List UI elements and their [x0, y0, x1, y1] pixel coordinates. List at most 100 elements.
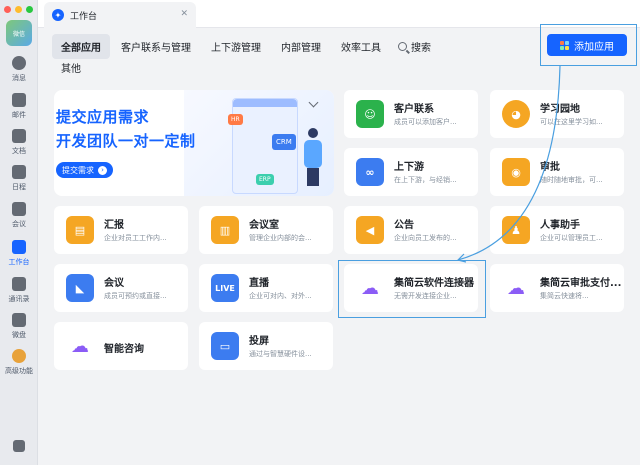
cloud-link-icon: ☁	[66, 332, 94, 360]
sidebar-item-docs[interactable]: 文档	[0, 129, 38, 156]
app-desc: 成员可以添加客户...	[394, 118, 457, 126]
app-desc: 通过与智慧硬件设...	[249, 350, 312, 358]
close-tab-icon[interactable]: ✕	[180, 9, 188, 19]
sidebar-item-label: 日程	[12, 183, 26, 191]
tab-all-apps[interactable]: 全部应用	[52, 34, 110, 59]
building-icon	[13, 440, 25, 452]
app-card-customer-contact[interactable]: ☺ 客户联系 成员可以添加客户...	[344, 90, 478, 138]
meeting-app-icon: ◣	[66, 274, 94, 302]
app-name: 学习园地	[540, 104, 580, 115]
tab-internal[interactable]: 内部管理	[272, 34, 330, 59]
screen-cast-icon: ▭	[211, 332, 239, 360]
app-card-meeting[interactable]: ◣ 会议 成员可预约或直接...	[54, 264, 188, 312]
tab-customer[interactable]: 客户联系与管理	[112, 34, 200, 59]
sidebar-item-calendar[interactable]: 日程	[0, 165, 38, 192]
erp-tag: ERP	[256, 174, 274, 185]
app-desc: 企业向员工发布的...	[394, 234, 457, 242]
app-card-upstream[interactable]: ∞ 上下游 在上下游，与经销...	[344, 148, 478, 196]
app-name: 汇报	[104, 220, 124, 231]
sidebar-item-label: 文档	[12, 147, 26, 155]
add-app-label: 添加应用	[574, 41, 614, 53]
sidebar-item-meetings[interactable]: 会议	[0, 202, 38, 229]
app-card-jijianyun-approval[interactable]: ☁ 集简云审批支付... 集简云快速将...	[490, 264, 624, 312]
app-name: 公告	[394, 220, 414, 231]
sidebar-item-drive[interactable]: 微盘	[0, 313, 38, 340]
cloud-link-icon: ☁	[502, 274, 530, 302]
app-desc: 企业对员工工作内...	[104, 234, 167, 242]
person-icon: ♟	[502, 216, 530, 244]
phone-bar	[233, 99, 297, 107]
app-desc: 集简云快速将...	[540, 292, 589, 300]
customer-contact-icon: ☺	[356, 100, 384, 128]
sidebar-item-mail[interactable]: 邮件	[0, 93, 38, 120]
person-illustration	[302, 128, 324, 190]
app-name: 会议	[104, 278, 124, 289]
drive-icon	[12, 313, 26, 327]
app-name: 集简云审批支付...	[540, 278, 622, 289]
custom-app-banner[interactable]: 提交应用需求 开发团队一对一定制 提交需求 › HR CRM ERP	[54, 90, 334, 196]
sidebar-item-label: 通讯录	[8, 295, 30, 303]
app-card-announcement[interactable]: ◀ 公告 企业向员工发布的...	[344, 206, 478, 254]
app-card-smart-consult[interactable]: ☁ 智能咨询	[54, 322, 188, 370]
sidebar-item-more[interactable]	[0, 440, 38, 455]
app-desc: 企业可以管理员工...	[540, 234, 603, 242]
crm-tag: CRM	[272, 134, 296, 150]
app-card-report[interactable]: ▤ 汇报 企业对员工工作内...	[54, 206, 188, 254]
app-card-live[interactable]: LIVE 直播 企业可对内、对外...	[199, 264, 333, 312]
sidebar-item-messages[interactable]: 消息	[0, 56, 38, 83]
search-button[interactable]: 搜索	[392, 34, 437, 59]
app-card-learning[interactable]: ◕ 学习园地 可以在这里学习如...	[490, 90, 624, 138]
category-tabs: 全部应用 客户联系与管理 上下游管理 内部管理 效率工具 搜索	[52, 34, 437, 59]
window-controls	[4, 6, 33, 13]
avatar[interactable]: 微信	[6, 20, 32, 46]
app-card-hr-assistant[interactable]: ♟ 人事助手 企业可以管理员工...	[490, 206, 624, 254]
sidebar-item-label: 微盘	[12, 331, 26, 339]
arrow-right-icon: ›	[98, 165, 107, 175]
app-name: 投屏	[249, 336, 269, 347]
close-window-button[interactable]	[4, 6, 11, 13]
app-name: 会议室	[249, 220, 279, 231]
submit-request-label: 提交需求	[62, 165, 94, 175]
app-desc: 企业可对内、对外...	[249, 292, 312, 300]
search-label: 搜索	[411, 43, 431, 54]
tab-workbench[interactable]: ✦ 工作台 ✕	[44, 2, 196, 28]
app-name: 审批	[540, 162, 560, 173]
document-icon	[12, 129, 26, 143]
app-card-screen-cast[interactable]: ▭ 投屏 通过与智慧硬件设...	[199, 322, 333, 370]
app-desc: 成员可预约或直接...	[104, 292, 167, 300]
tab-upstream[interactable]: 上下游管理	[202, 34, 270, 59]
app-desc: 随时随地审批，可...	[540, 176, 603, 184]
sidebar-item-label: 高级功能	[5, 367, 33, 375]
chat-bubble-icon	[12, 56, 26, 70]
link-icon: ∞	[356, 158, 384, 186]
door-icon: ▥	[211, 216, 239, 244]
app-name: 智能咨询	[104, 344, 144, 355]
avatar-text: 微信	[12, 30, 25, 38]
tab-other[interactable]: 其他	[52, 58, 90, 77]
tab-efficiency[interactable]: 效率工具	[332, 34, 390, 59]
app-card-approval[interactable]: ◉ 审批 随时随地审批，可...	[490, 148, 624, 196]
maximize-window-button[interactable]	[26, 6, 33, 13]
hr-tag: HR	[228, 114, 243, 125]
app-card-meeting-room[interactable]: ▥ 会议室 管理企业内部的会...	[199, 206, 333, 254]
megaphone-icon: ◀	[356, 216, 384, 244]
sidebar-item-contacts[interactable]: 通讯录	[0, 277, 38, 304]
left-sidebar: 微信 消息 邮件 文档 日程 会议 工作台 通讯录 微盘 高级功能	[0, 0, 38, 465]
tab-title: 工作台	[70, 11, 98, 22]
app-desc: 可以在这里学习如...	[540, 118, 603, 126]
app-name: 人事助手	[540, 220, 580, 231]
app-name: 客户联系	[394, 104, 434, 115]
workbench-logo-icon: ✦	[52, 9, 64, 21]
apps-grid-icon	[560, 40, 569, 50]
grid-icon	[12, 240, 26, 254]
minimize-window-button[interactable]	[15, 6, 22, 13]
banner-headline: 提交应用需求	[56, 108, 150, 126]
sidebar-item-premium[interactable]: 高级功能	[0, 349, 38, 376]
report-icon: ▤	[66, 216, 94, 244]
sidebar-item-label: 邮件	[12, 111, 26, 119]
sidebar-item-workbench[interactable]: 工作台	[0, 236, 38, 267]
sidebar-item-label: 会议	[12, 220, 26, 228]
submit-request-button[interactable]: 提交需求 ›	[56, 162, 113, 178]
highlight-box	[338, 260, 486, 318]
add-app-button[interactable]: 添加应用	[547, 34, 627, 56]
